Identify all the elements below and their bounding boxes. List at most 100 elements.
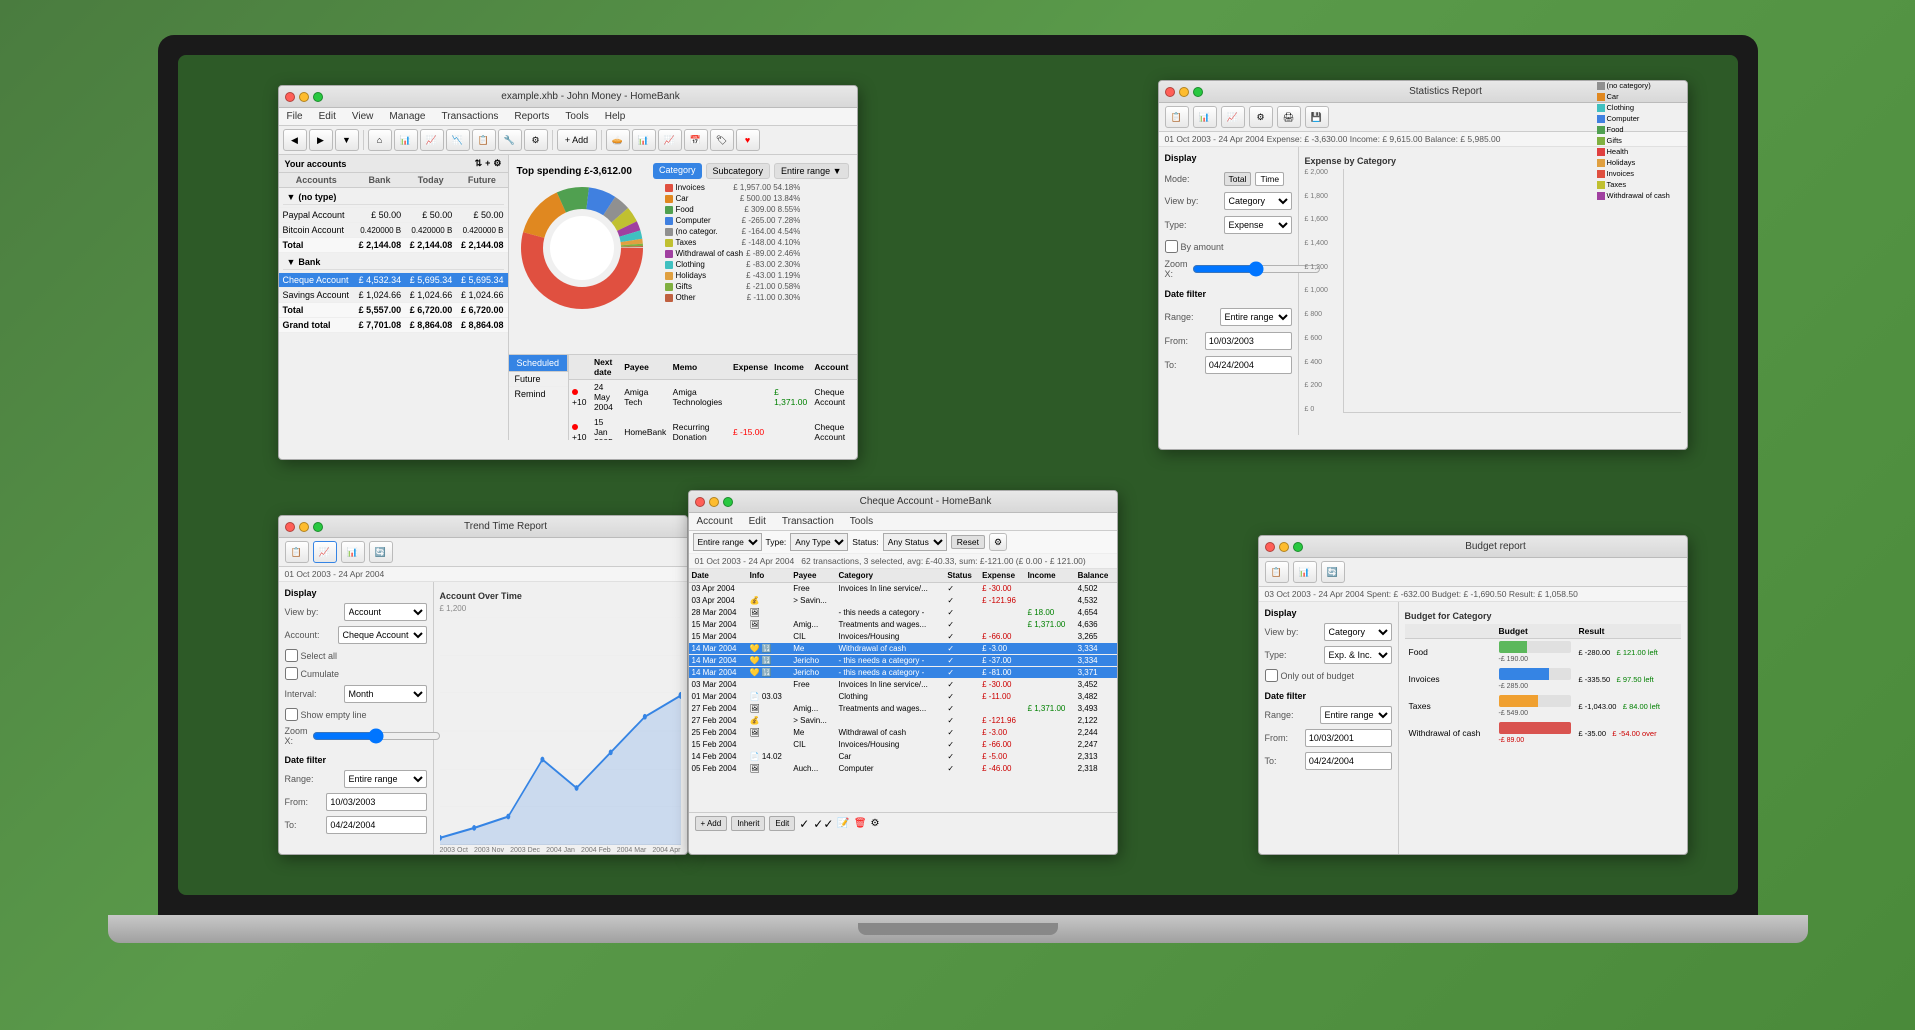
tb-chart4[interactable]: 📋 (472, 129, 496, 151)
stats-close[interactable] (1165, 87, 1175, 97)
budget-row-woc[interactable]: Withdrawal of cash -£ 89.00 £ -35.00 (1405, 720, 1681, 747)
budget-row-food[interactable]: Food -£ 190.00 £ -280.00 (1405, 639, 1681, 666)
to-input[interactable] (1205, 356, 1292, 374)
trans-row[interactable]: 27 Feb 2004🖼Amig...Treatments and wages.… (689, 703, 1117, 715)
tb-chart1[interactable]: 📊 (394, 129, 418, 151)
menu-tools[interactable]: Tools (561, 110, 592, 123)
stats-tb2[interactable]: 📊 (1193, 106, 1217, 128)
menu-edit[interactable]: Edit (315, 110, 340, 123)
tb-chart6[interactable]: ⚙ (524, 129, 548, 151)
delete-icon[interactable]: 🗑 (854, 818, 867, 829)
menu-transactions[interactable]: Transactions (438, 110, 503, 123)
trans-row[interactable]: 03 Apr 2004💰> Savin...✓£ -121.964,532 (689, 595, 1117, 607)
budget-row-invoices[interactable]: Invoices -£ 285.00 £ -335.50 (1405, 666, 1681, 693)
stats-min[interactable] (1179, 87, 1189, 97)
budget-window-controls[interactable] (1265, 542, 1303, 552)
cheque-menu-transaction[interactable]: Transaction (778, 515, 838, 528)
cheque-reset-btn[interactable]: Reset (951, 535, 985, 549)
budget-viewby-select[interactable]: Category (1324, 623, 1392, 641)
sched-row-2[interactable]: +10 15 Jan 2005 HomeBank Recurring Donat… (569, 415, 856, 441)
cheque-min[interactable] (709, 497, 719, 507)
tb-bar[interactable]: 📊 (632, 129, 656, 151)
tb-tag[interactable]: 🏷 (710, 129, 734, 151)
trans-row-selected2[interactable]: 14 Mar 2004💛 🔢Jericho- this needs a cate… (689, 655, 1117, 667)
account-row-paypal[interactable]: Paypal Account £ 50.00 £ 50.00 £ 50.00 (279, 208, 508, 223)
cheque-type-select[interactable]: Any Type (790, 533, 848, 551)
tb-home[interactable]: ⌂ (368, 129, 392, 151)
tb-fwd[interactable]: ▶ (309, 129, 333, 151)
budget-min[interactable] (1279, 542, 1289, 552)
trans-row[interactable]: 28 Mar 2004🖼- this needs a category -✓£ … (689, 607, 1117, 619)
tb-cal[interactable]: 📅 (684, 129, 708, 151)
trend-window-controls[interactable] (285, 522, 323, 532)
cheque-max[interactable] (723, 497, 733, 507)
cheque-status-select[interactable]: Any Status (883, 533, 947, 551)
trend-to-input[interactable] (326, 816, 426, 834)
tab-category[interactable]: Category (653, 163, 702, 179)
trend-account-select[interactable]: Cheque Account (338, 626, 427, 644)
tab-daterange[interactable]: Entire range ▼ (774, 163, 848, 179)
budget-range-select[interactable]: Entire range (1320, 706, 1392, 724)
check-icon2[interactable]: ✓✓ (813, 817, 833, 831)
minimize-button[interactable] (299, 92, 309, 102)
inherit-btn[interactable]: Inherit (731, 816, 765, 831)
close-button[interactable] (285, 92, 295, 102)
check-icon1[interactable]: ✓ (799, 817, 809, 831)
trend-zoomx-slider[interactable] (312, 729, 441, 743)
tb-chart2[interactable]: 📈 (420, 129, 444, 151)
trans-row[interactable]: 05 Feb 2004🖼Auch...Computer✓£ -46.002,31… (689, 763, 1117, 775)
stats-tb5[interactable]: 🖨 (1277, 106, 1301, 128)
add-trans-btn[interactable]: + Add (695, 816, 728, 831)
trend-tb2[interactable]: 📈 (313, 541, 337, 563)
tb-line[interactable]: 📈 (658, 129, 682, 151)
cheque-menu-edit[interactable]: Edit (745, 515, 770, 528)
tab-scheduled[interactable]: Scheduled (509, 355, 569, 372)
trans-row[interactable]: 01 Mar 2004📄 03.03Clothing✓£ -11.003,482 (689, 691, 1117, 703)
tb-chart5[interactable]: 🔧 (498, 129, 522, 151)
selectall-checkbox[interactable] (285, 649, 298, 662)
trend-interval-select[interactable]: Month (344, 685, 427, 703)
trend-tb3[interactable]: 📊 (341, 541, 365, 563)
trend-close[interactable] (285, 522, 295, 532)
tab-subcategory[interactable]: Subcategory (706, 163, 771, 179)
cumulate-checkbox[interactable] (285, 667, 298, 680)
trans-row[interactable]: 15 Mar 2004🖼Amig...Treatments and wages.… (689, 619, 1117, 631)
acc-icon3[interactable]: ⚙ (493, 158, 501, 169)
trend-min[interactable] (299, 522, 309, 532)
trend-tb4[interactable]: 🔄 (369, 541, 393, 563)
tb-pie[interactable]: 🥧 (606, 129, 630, 151)
menu-file[interactable]: File (283, 110, 307, 123)
cheque-menu-account[interactable]: Account (693, 515, 737, 528)
mode-time[interactable]: Time (1255, 172, 1284, 186)
tab-remind[interactable]: Remind (509, 387, 569, 401)
budget-to-input[interactable] (1305, 752, 1392, 770)
account-row-savings[interactable]: Savings Account £ 1,024.66 £ 1,024.66 £ … (279, 288, 508, 303)
stats-window-controls[interactable] (1165, 87, 1203, 97)
cheque-window-controls[interactable] (695, 497, 733, 507)
acc-icon1[interactable]: ⇅ (475, 158, 483, 169)
edit-icon2[interactable]: 📝 (837, 818, 849, 829)
stats-tb1[interactable]: 📋 (1165, 106, 1189, 128)
account-row-cheque[interactable]: Cheque Account £ 4,532.34 £ 5,695.34 £ 5… (279, 273, 508, 288)
trend-tb1[interactable]: 📋 (285, 541, 309, 563)
trans-row-selected1[interactable]: 14 Mar 2004💛 🔢MeWithdrawal of cash✓£ -3.… (689, 643, 1117, 655)
acc-icon2[interactable]: + (485, 158, 490, 169)
budget-close[interactable] (1265, 542, 1275, 552)
stats-tb3[interactable]: 📈 (1221, 106, 1245, 128)
byamount-checkbox[interactable] (1165, 240, 1178, 253)
trans-row[interactable]: 27 Feb 2004💰> Savin...✓£ -121.962,122 (689, 715, 1117, 727)
tb-dd[interactable]: ▼ (335, 129, 359, 151)
menu-view[interactable]: View (348, 110, 378, 123)
menu-reports[interactable]: Reports (510, 110, 553, 123)
budget-tb1[interactable]: 📋 (1265, 561, 1289, 583)
trans-row[interactable]: 25 Feb 2004🖼MeWithdrawal of cash✓£ -3.00… (689, 727, 1117, 739)
budget-type-select[interactable]: Exp. & Inc. (1324, 646, 1392, 664)
cheque-menu-tools[interactable]: Tools (846, 515, 877, 528)
trend-viewby-select[interactable]: Account (344, 603, 427, 621)
tb-add[interactable]: + Add (557, 129, 597, 151)
menu-help[interactable]: Help (601, 110, 630, 123)
from-input[interactable] (1205, 332, 1292, 350)
menu-manage[interactable]: Manage (385, 110, 429, 123)
budget-tb3[interactable]: 🔄 (1321, 561, 1345, 583)
trans-row-selected3[interactable]: 14 Mar 2004💛 🔢Jericho- this needs a cate… (689, 667, 1117, 679)
